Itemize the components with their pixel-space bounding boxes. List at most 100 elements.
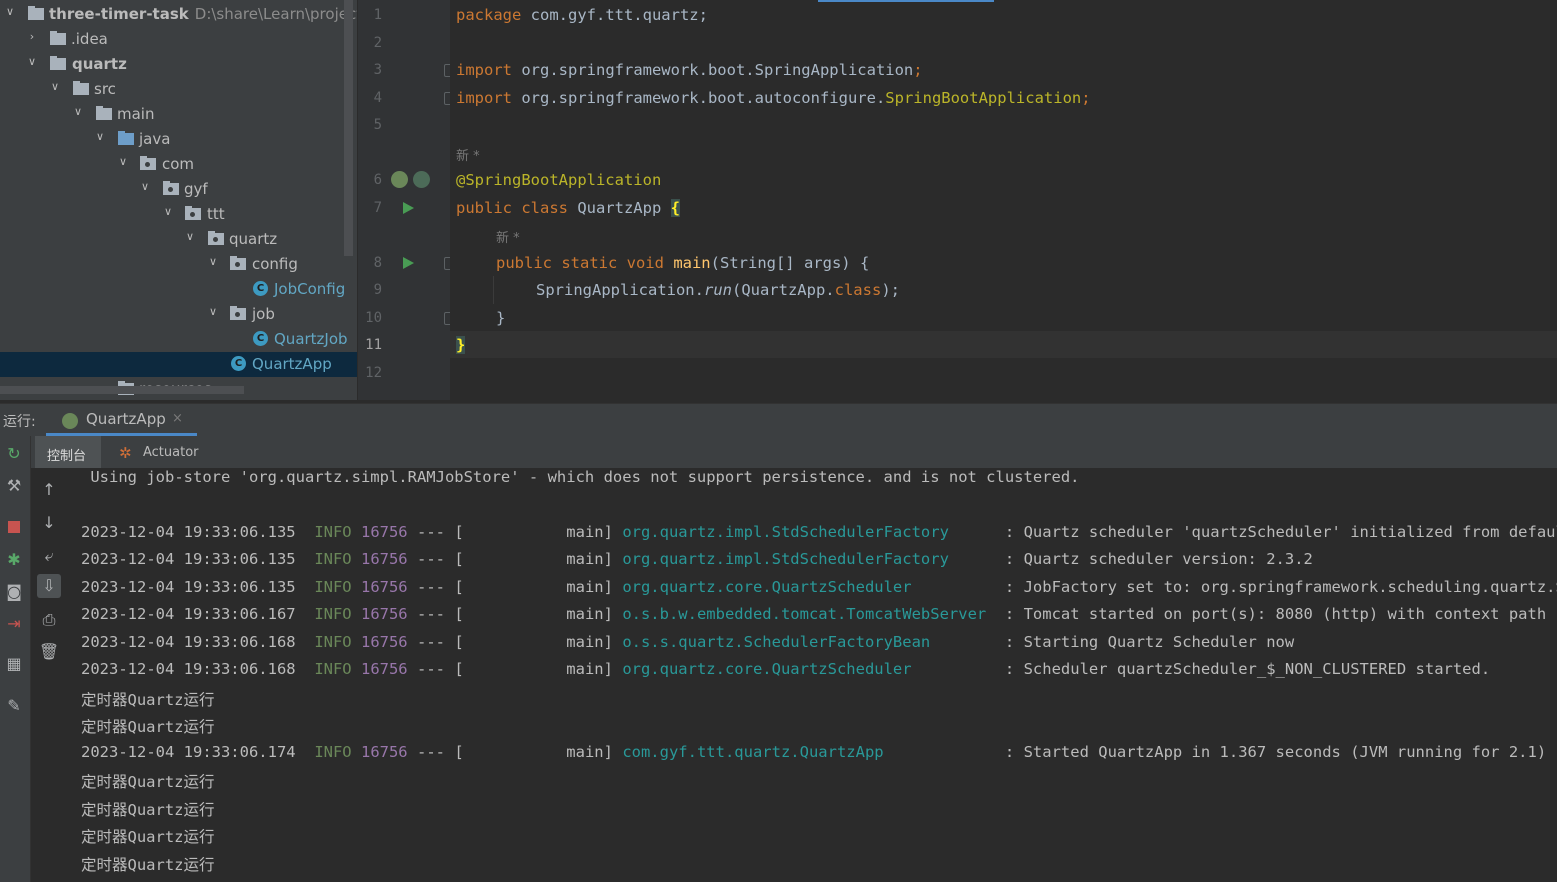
tree-label: job xyxy=(252,305,275,323)
code-line-8[interactable]: public static void main(String[] args) { xyxy=(496,254,869,272)
code-line-1[interactable]: package com.gyf.ttt.quartz; xyxy=(456,6,708,24)
stop-icon[interactable] xyxy=(4,516,24,536)
folder-icon xyxy=(50,31,66,45)
package-icon xyxy=(140,156,156,170)
tab-actuator[interactable]: ✲ Actuator xyxy=(113,436,213,468)
tree-node-ttt[interactable]: ∨ ttt xyxy=(0,202,357,227)
tree-node-config[interactable]: ∨ config xyxy=(0,252,357,277)
line-number: 6 xyxy=(373,172,382,188)
actuator-icon: ✲ xyxy=(119,444,132,462)
spring-bean-icon[interactable] xyxy=(391,171,408,188)
tab-console-label: 控制台 xyxy=(47,449,87,464)
bug-icon[interactable]: ✱ xyxy=(4,550,24,570)
tree-node-src[interactable]: ∨ src xyxy=(0,77,357,102)
spring-config-icon[interactable] xyxy=(413,171,430,188)
spring-boot-class-icon: C xyxy=(231,356,246,371)
tree-label: main xyxy=(117,105,155,123)
module-folder-icon xyxy=(50,56,66,70)
tab-console[interactable]: 控制台 xyxy=(35,436,101,468)
chevron-down-icon[interactable]: ∨ xyxy=(162,206,174,218)
chevron-down-icon[interactable]: ∨ xyxy=(207,256,219,268)
code-line-11[interactable]: } xyxy=(456,336,466,354)
run-gutter-icon[interactable] xyxy=(403,202,414,214)
timer-output-line: 定时器Quartz运行 xyxy=(81,801,215,819)
chevron-right-icon[interactable]: › xyxy=(26,31,38,43)
log-line: 2023-12-04 19:33:06.135 INFO 16756 --- [… xyxy=(81,578,1557,596)
current-line-highlight xyxy=(450,331,1557,358)
line-number: 9 xyxy=(373,282,382,298)
tree-node-idea[interactable]: › .idea xyxy=(0,27,357,52)
chevron-down-icon[interactable]: ∨ xyxy=(94,131,106,143)
tree-horizontal-scrollbar[interactable] xyxy=(0,386,244,394)
tree-node-quartz-package[interactable]: ∨ quartz xyxy=(0,227,357,252)
package-icon xyxy=(230,256,246,270)
tree-node-jobconfig[interactable]: C JobConfig xyxy=(0,277,357,302)
timer-output-line: 定时器Quartz运行 xyxy=(81,691,215,709)
console-output[interactable]: Using job-store 'org.quartz.simpl.RAMJob… xyxy=(68,468,1557,882)
soft-wrap-icon[interactable]: ⤶ xyxy=(37,544,61,568)
code-line-6[interactable]: @SpringBootApplication xyxy=(456,171,661,189)
tree-node-com[interactable]: ∨ com xyxy=(0,152,357,177)
author-hint: 新 * xyxy=(496,231,520,246)
indent-guide xyxy=(493,276,494,304)
chevron-down-icon[interactable]: ∨ xyxy=(139,181,151,193)
tree-vertical-scrollbar[interactable] xyxy=(344,0,353,256)
editor-tab-indicator xyxy=(818,0,994,2)
camera-icon[interactable]: ◙ xyxy=(4,582,24,602)
chevron-down-icon[interactable]: ∨ xyxy=(207,306,219,318)
tree-node-java[interactable]: ∨ java xyxy=(0,127,357,152)
scroll-to-end-icon[interactable]: ⇩ xyxy=(37,574,61,598)
line-number-current: 11 xyxy=(365,337,382,353)
tree-node-quartz-module[interactable]: ∨ quartz xyxy=(0,52,357,77)
folder-icon xyxy=(73,81,89,95)
tree-root-path: D:\share\Learn\project\t xyxy=(194,5,357,23)
tree-node-main[interactable]: ∨ main xyxy=(0,102,357,127)
trash-icon[interactable]: 🗑 xyxy=(37,640,61,664)
tree-node-root[interactable]: ∨ three-timer-task D:\share\Learn\project… xyxy=(0,2,357,27)
layout-icon[interactable]: ▦ xyxy=(4,654,24,674)
java-class-icon: C xyxy=(253,281,268,296)
log-line: 2023-12-04 19:33:06.135 INFO 16756 --- [… xyxy=(81,550,1313,568)
code-line-10[interactable]: } xyxy=(496,309,505,327)
chevron-down-icon[interactable]: ∨ xyxy=(117,156,129,168)
folder-icon xyxy=(28,6,44,20)
tree-label: src xyxy=(94,80,116,98)
run-tab-quartzapp[interactable]: QuartzApp × xyxy=(46,404,197,436)
console-line: Using job-store 'org.quartz.simpl.RAMJob… xyxy=(81,468,1080,486)
tab-actuator-label: Actuator xyxy=(143,445,199,460)
run-gutter-icon[interactable] xyxy=(403,257,414,269)
code-line-9[interactable]: SpringApplication.run(QuartzApp.class); xyxy=(536,281,900,299)
package-icon xyxy=(163,181,179,195)
code-line-7[interactable]: public class QuartzApp { xyxy=(456,199,680,217)
line-number: 10 xyxy=(365,310,382,326)
tree-node-quartzapp[interactable]: C QuartzApp xyxy=(0,352,357,377)
line-number: 12 xyxy=(365,365,382,381)
arrow-down-icon[interactable]: ↓ xyxy=(37,511,61,535)
tree-label: config xyxy=(252,255,298,273)
pin-icon[interactable]: ✎ xyxy=(4,696,24,716)
tree-node-job[interactable]: ∨ job xyxy=(0,302,357,327)
exit-icon[interactable]: ⇥ xyxy=(4,614,24,634)
chevron-down-icon[interactable]: ∨ xyxy=(184,231,196,243)
rerun-icon[interactable]: ↻ xyxy=(4,444,24,464)
chevron-down-icon[interactable]: ∨ xyxy=(72,106,84,118)
console-toolbar: ↑ ↓ ⤶ ⇩ ⎙ 🗑 xyxy=(31,468,67,882)
project-tree[interactable]: ∨ three-timer-task D:\share\Learn\project… xyxy=(0,0,357,400)
chevron-down-icon[interactable]: ∨ xyxy=(4,6,16,18)
timer-output-line: 定时器Quartz运行 xyxy=(81,773,215,791)
code-line-4[interactable]: import org.springframework.boot.autoconf… xyxy=(456,89,1091,107)
print-icon[interactable]: ⎙ xyxy=(37,608,61,632)
close-icon[interactable]: × xyxy=(172,411,183,426)
tree-node-gyf[interactable]: ∨ gyf xyxy=(0,177,357,202)
chevron-down-icon[interactable]: ∨ xyxy=(26,56,38,68)
console-tabs: 控制台 ✲ Actuator xyxy=(31,436,1557,468)
tree-label: java xyxy=(139,130,171,148)
arrow-up-icon[interactable]: ↑ xyxy=(37,478,61,502)
log-line: 2023-12-04 19:33:06.135 INFO 16756 --- [… xyxy=(81,523,1557,541)
code-line-3[interactable]: import org.springframework.boot.SpringAp… xyxy=(456,61,923,79)
wrench-icon[interactable]: ⚒ xyxy=(4,476,24,496)
tree-label: com xyxy=(162,155,195,173)
tree-node-quartzjob[interactable]: C QuartzJob xyxy=(0,327,357,352)
chevron-down-icon[interactable]: ∨ xyxy=(49,81,61,93)
run-tab-label: QuartzApp xyxy=(86,410,166,428)
